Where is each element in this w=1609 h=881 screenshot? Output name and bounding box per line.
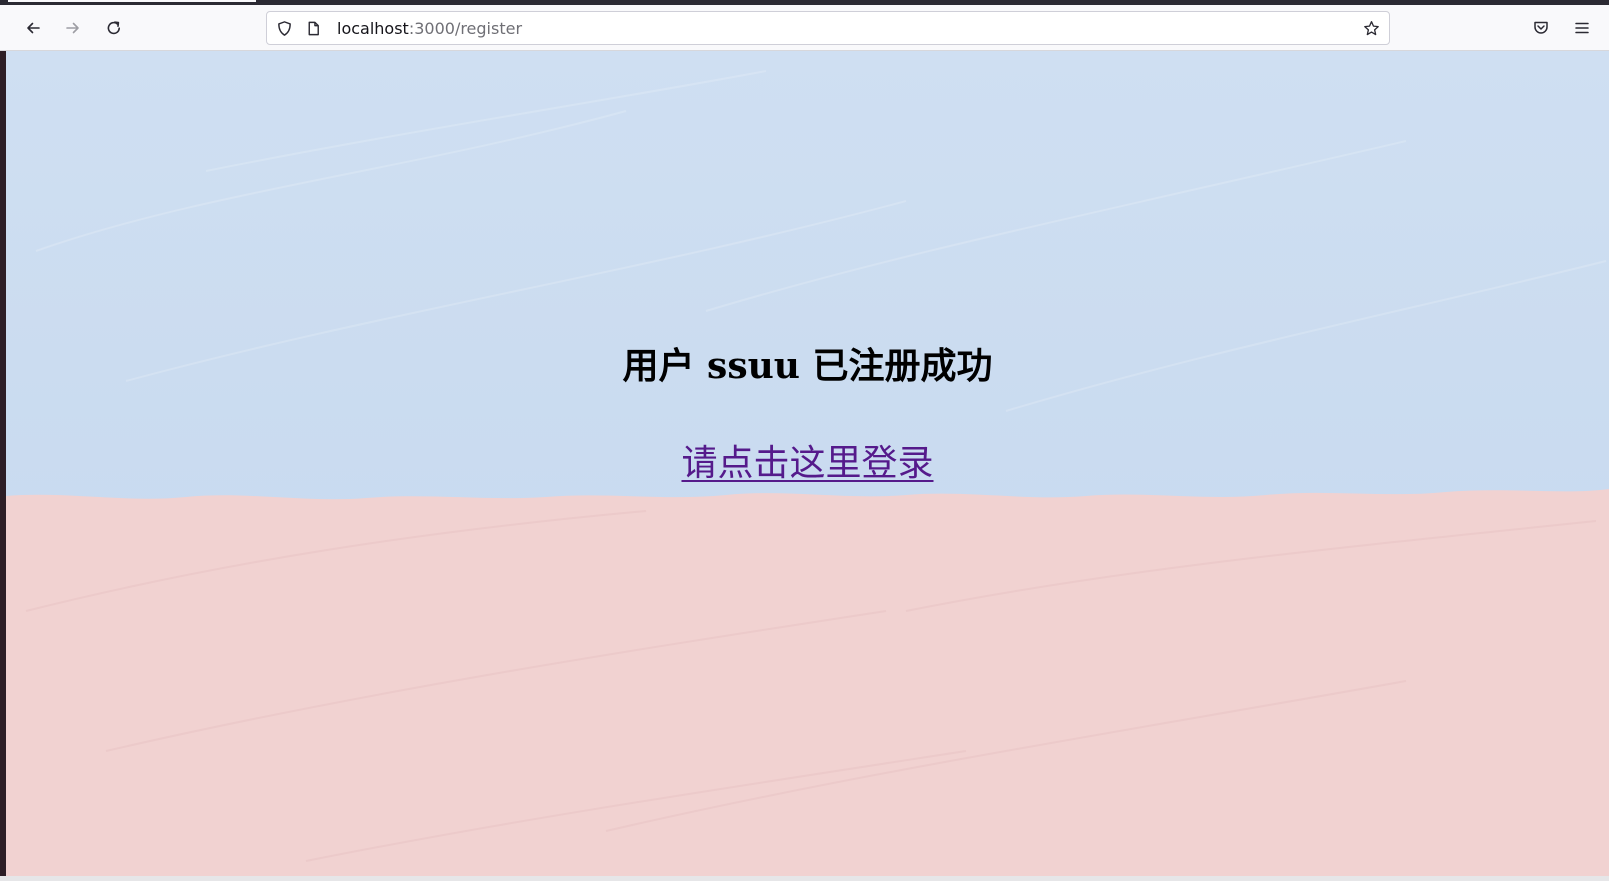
menu-button[interactable]: [1566, 12, 1598, 44]
star-icon[interactable]: [1362, 19, 1380, 37]
browser-window: localhost:3000/register 用户 ssuu 已注册成功 请点…: [0, 0, 1609, 881]
login-link-container: 请点击这里登录: [6, 441, 1609, 487]
hamburger-menu-icon: [1575, 22, 1589, 34]
arrow-right-icon: [66, 22, 79, 34]
url-text[interactable]: localhost:3000/register: [337, 19, 522, 39]
login-link[interactable]: 请点击这里登录: [681, 443, 933, 484]
pocket-button[interactable]: [1525, 12, 1557, 44]
pocket-icon: [1534, 21, 1548, 34]
window-frame-bottom: [0, 876, 1609, 881]
page-icon[interactable]: [304, 19, 322, 37]
browser-toolbar: localhost:3000/register: [0, 5, 1609, 51]
back-button[interactable]: [17, 12, 49, 44]
url-host: localhost: [337, 19, 409, 38]
reload-button[interactable]: [98, 12, 130, 44]
shield-icon[interactable]: [275, 19, 293, 37]
active-tab-indicator[interactable]: [8, 0, 256, 2]
url-path: :3000/register: [408, 19, 523, 38]
registration-success-heading: 用户 ssuu 已注册成功: [622, 345, 993, 387]
page-viewport: 用户 ssuu 已注册成功 请点击这里登录: [6, 51, 1609, 881]
url-bar[interactable]: localhost:3000/register: [266, 11, 1390, 45]
arrow-left-icon: [27, 22, 40, 34]
forward-button[interactable]: [57, 12, 89, 44]
reload-icon: [107, 21, 120, 35]
